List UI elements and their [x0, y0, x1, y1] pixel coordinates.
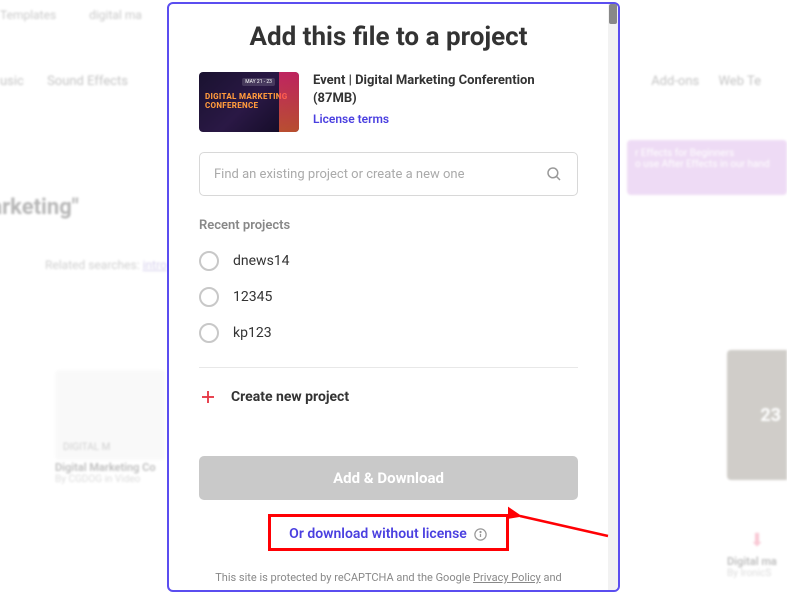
project-item[interactable]: kp123	[199, 315, 578, 351]
divider	[199, 367, 578, 368]
file-name: Event | Digital Marketing Conferention (…	[313, 72, 578, 108]
file-thumbnail: DIGITAL MARKETING CONFERENCE MAY 21 - 23	[199, 72, 299, 132]
project-label: 12345	[233, 289, 272, 305]
add-to-project-modal: Add this file to a project DIGITAL MARKE…	[167, 2, 620, 592]
terms-of-service-link[interactable]: Terms of Service	[332, 589, 414, 590]
create-new-project[interactable]: Create new project	[169, 384, 608, 426]
recaptcha-legal-text: This site is protected by reCAPTCHA and …	[169, 563, 608, 590]
modal-overlay: Add this file to a project DIGITAL MARKE…	[0, 0, 787, 594]
license-terms-link[interactable]: License terms	[313, 112, 389, 126]
project-search-input[interactable]	[214, 167, 545, 182]
project-item[interactable]: dnews14	[199, 243, 578, 279]
privacy-policy-link[interactable]: Privacy Policy	[473, 571, 541, 584]
radio-icon[interactable]	[199, 323, 219, 343]
modal-title: Add this file to a project	[169, 4, 608, 72]
project-search-box[interactable]	[199, 152, 578, 196]
project-label: dnews14	[233, 253, 290, 269]
project-label: kp123	[233, 325, 272, 341]
add-download-button[interactable]: Add & Download	[199, 456, 578, 500]
annotation-highlight-box: Or download without license	[268, 514, 509, 551]
recent-projects-label: Recent projects	[169, 196, 608, 243]
scrollbar-thumb[interactable]	[609, 4, 617, 24]
recent-projects-list: dnews14 12345 kp123	[169, 243, 608, 351]
plus-icon	[199, 388, 217, 406]
radio-icon[interactable]	[199, 287, 219, 307]
create-project-label: Create new project	[231, 389, 349, 405]
modal-scrollbar[interactable]	[608, 4, 618, 590]
search-icon	[545, 165, 563, 183]
info-icon	[473, 527, 488, 542]
download-without-license-link[interactable]: Or download without license	[289, 526, 488, 542]
project-item[interactable]: 12345	[199, 279, 578, 315]
file-info-row: DIGITAL MARKETING CONFERENCE MAY 21 - 23…	[169, 72, 608, 152]
radio-icon[interactable]	[199, 251, 219, 271]
